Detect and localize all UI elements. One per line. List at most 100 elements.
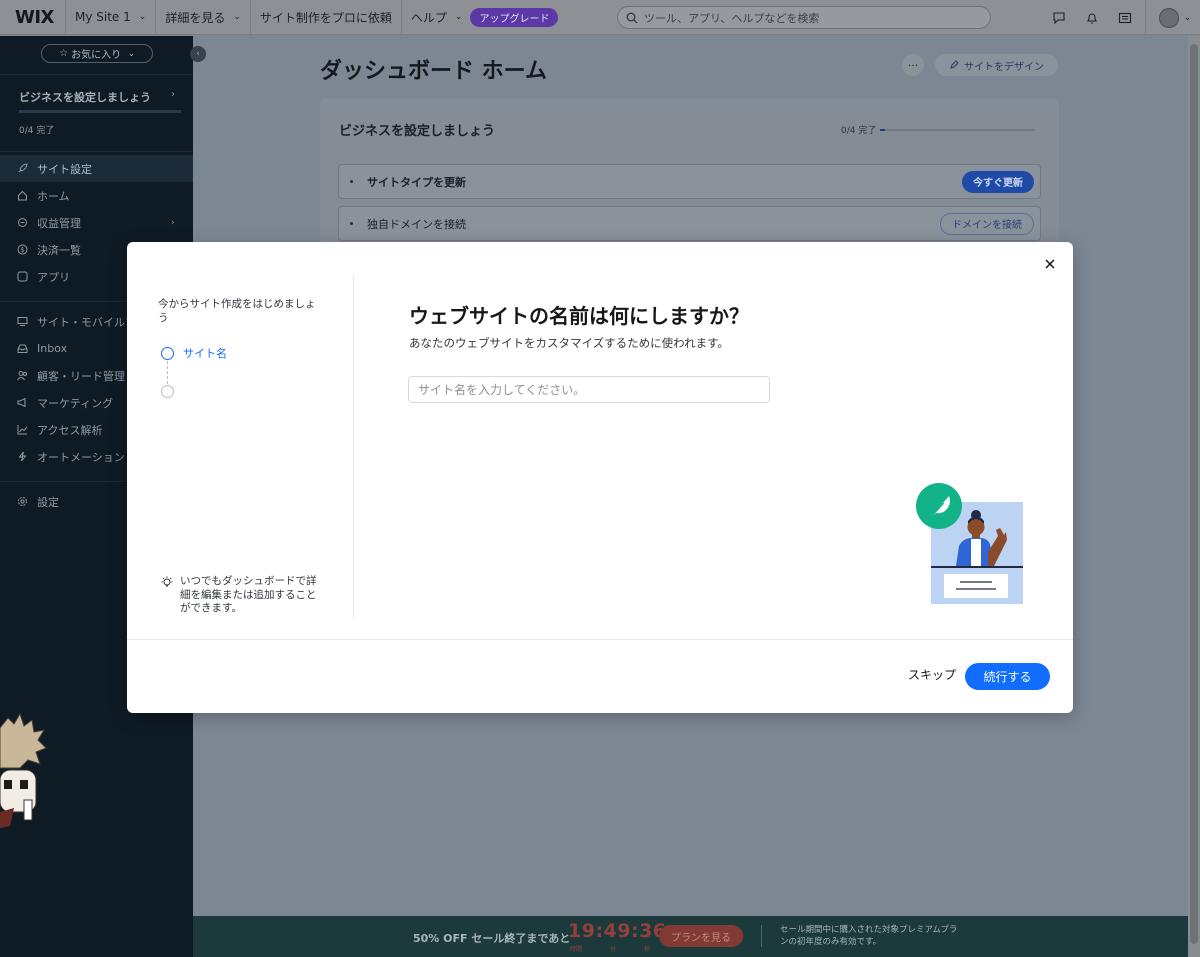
account-menu[interactable]: ⌄ <box>1150 0 1200 35</box>
close-button[interactable] <box>1039 253 1061 275</box>
design-site-button[interactable]: サイトをデザイン <box>935 54 1058 76</box>
wizard-step-site-name: サイト名 <box>161 345 227 361</box>
timer-unit-hours: 時間 <box>570 946 583 953</box>
setup-card-progress: 0/4 完了 <box>841 123 1036 136</box>
wizard-steps-pane: 今からサイト作成をはじめましょう サイト名 いつでもダッシュボードで詳細を編集ま… <box>127 275 354 618</box>
svg-text:$: $ <box>20 246 24 254</box>
layout-icon[interactable] <box>1108 0 1141 35</box>
dialog-title: ウェブサイトの名前は何にしますか？ <box>409 304 749 328</box>
promo-banner: 50% OFF セール終了まであと 19:49:36 時間 分 秒 プランを見る… <box>193 916 1188 957</box>
menu-details[interactable]: 詳細を見る ⌄ <box>155 0 250 35</box>
dollar-icon: $ <box>16 244 28 256</box>
avatar <box>1158 7 1179 28</box>
setup-step-row[interactable]: サイトタイプを更新 今すぐ更新 <box>338 164 1041 199</box>
favorites-button[interactable]: ☆ お気に入り ⌄ <box>41 44 153 63</box>
setup-card-progress-bar <box>880 128 1036 131</box>
bullet-icon <box>350 180 353 183</box>
page-scrollbar[interactable] <box>1188 36 1200 957</box>
divider <box>761 925 762 947</box>
dialog-footer-divider <box>127 639 1073 640</box>
countdown-timer: 19:49:36 <box>568 920 667 942</box>
site-selector[interactable]: My Site 1 ⌄ <box>65 0 155 35</box>
menu-hire-pro-label: サイト制作をプロに依頼 <box>259 10 392 25</box>
skip-button[interactable]: スキップ <box>908 666 956 683</box>
star-icon: ☆ <box>59 48 69 59</box>
top-bar: WIX My Site 1 ⌄ 詳細を見る ⌄ サイト制作をプロに依頼 ヘルプ … <box>0 0 1200 35</box>
apps-icon <box>16 271 28 283</box>
chevron-down-icon: ⌄ <box>233 12 241 22</box>
wizard-step-next <box>161 385 183 398</box>
timer-unit-seconds: 秒 <box>643 946 650 953</box>
sidebar-setup-progress[interactable]: ビジネスを設定しましょう › 0/4 完了 <box>0 74 193 152</box>
dialog-subtitle: あなたのウェブサイトをカスタマイズするために使われます。 <box>409 336 729 350</box>
illustration <box>916 483 1023 604</box>
timer-unit-minutes: 分 <box>609 946 616 953</box>
sidebar-item-label: サイト設定 <box>37 162 92 176</box>
menu-hire-pro[interactable]: サイト制作をプロに依頼 <box>249 0 401 35</box>
site-name-dialog: 今からサイト作成をはじめましょう サイト名 いつでもダッシュボードで詳細を編集ま… <box>127 242 1073 713</box>
timer-units: 時間 分 秒 <box>570 944 650 953</box>
setup-step-label: サイトタイプを更新 <box>367 175 466 189</box>
bell-icon[interactable] <box>1075 0 1108 35</box>
sidebar-item-label: Inbox <box>37 342 68 355</box>
people-icon <box>16 370 28 382</box>
chevron-down-icon: ⌄ <box>138 12 147 22</box>
sidebar-item-label: 収益管理 <box>37 216 81 230</box>
site-name: My Site 1 <box>75 10 131 24</box>
sidebar-item-label: 決済一覧 <box>37 243 81 257</box>
divider <box>1145 0 1146 35</box>
wizard-step-label: サイト名 <box>183 347 227 360</box>
scrollbar-thumb[interactable] <box>1190 44 1198 944</box>
menu-help[interactable]: ヘルプ ⌄ アップグレード <box>400 0 568 35</box>
sidebar-item-label: オートメーション <box>37 450 125 464</box>
sidebar-item[interactable]: サイト設定 <box>0 155 193 182</box>
setup-card-title: ビジネスを設定しましょう <box>339 124 496 139</box>
site-name-input[interactable] <box>408 376 770 403</box>
chevron-right-icon: › <box>171 217 175 228</box>
upgrade-button[interactable]: アップグレード <box>470 7 559 27</box>
coin-icon <box>16 217 28 229</box>
sidebar-item-label: マーケティング <box>37 396 114 410</box>
search-icon <box>626 12 638 23</box>
setup-step-label: 独自ドメインを接続 <box>367 217 466 231</box>
gear-icon <box>16 496 28 508</box>
setup-step-row[interactable]: 独自ドメインを接続 ドメインを接続 <box>338 206 1041 241</box>
sidebar-item-label: 設定 <box>37 495 59 509</box>
sidebar-item[interactable]: ホーム <box>0 182 193 209</box>
collapse-sidebar-button[interactable]: ‹ <box>190 46 206 62</box>
chevron-down-icon: ⌄ <box>454 12 463 22</box>
chat-icon[interactable] <box>1042 0 1075 35</box>
top-icons: ⌄ <box>1042 0 1200 35</box>
menu-help-label: ヘルプ <box>410 10 447 25</box>
more-actions-button[interactable]: ··· <box>902 54 924 76</box>
setup-progress-label: 0/4 完了 <box>19 126 55 136</box>
favorites-label: お気に入り <box>71 50 122 61</box>
monitor-icon <box>16 316 28 328</box>
connect-domain-button[interactable]: ドメインを接続 <box>940 212 1034 235</box>
search-placeholder: ツール、アプリ、ヘルプなどを検索 <box>644 11 820 25</box>
step-circle-icon <box>161 385 174 398</box>
character-sticker <box>0 712 47 828</box>
home-icon <box>16 190 28 202</box>
sidebar-item-label: アプリ <box>37 270 70 284</box>
wizard-tip: いつでもダッシュボードで詳細を編集または追加することができます。 <box>160 575 325 616</box>
update-now-button[interactable]: 今すぐ更新 <box>962 170 1034 193</box>
bolt-icon <box>16 451 28 463</box>
sidebar-item-label: ホーム <box>37 189 70 203</box>
continue-button[interactable]: 続行する <box>965 663 1050 690</box>
lightbulb-icon <box>161 576 173 587</box>
chevron-down-icon: ⌄ <box>1183 12 1192 23</box>
setup-progress-bar <box>19 110 181 113</box>
menu-details-label: 詳細を見る <box>165 10 226 25</box>
inbox-icon <box>16 343 28 355</box>
setup-title: ビジネスを設定しましょう <box>19 91 151 104</box>
megaphone-icon <box>16 397 28 409</box>
view-plans-button[interactable]: プランを見る <box>659 925 743 947</box>
step-circle-icon <box>161 346 174 360</box>
wix-logo[interactable]: WIX <box>0 7 65 28</box>
sidebar-item[interactable]: 収益管理 › <box>0 209 193 236</box>
chart-icon <box>16 424 28 436</box>
search-bar[interactable]: ツール、アプリ、ヘルプなどを検索 <box>617 6 991 29</box>
sidebar-item-label: 顧客・リード管理 <box>37 369 125 383</box>
setup-progress-fill <box>19 110 23 113</box>
